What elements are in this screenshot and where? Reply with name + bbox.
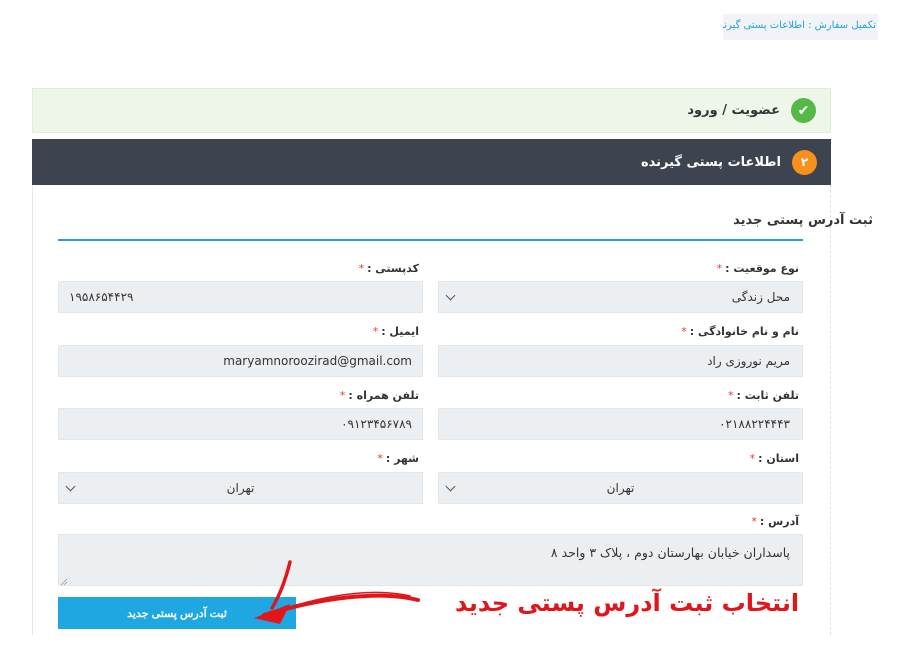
full-name-input[interactable]: مریم نوروزی راد: [438, 345, 803, 377]
chevron-down-icon: [445, 290, 456, 301]
step-shipping-info[interactable]: ۲ اطلاعات پستی گیرنده: [32, 139, 831, 185]
breadcrumb: تکمیل سفارش : اطلاعات پستی گیرنده: [723, 14, 878, 40]
step-shipping-label: اطلاعات پستی گیرنده: [640, 154, 781, 170]
red-arrow-icon: [254, 560, 420, 624]
full-name-label: نام و نام خانوادگی :*: [681, 325, 799, 338]
annotation-text: انتخاب ثبت آدرس پستی جدید: [455, 589, 800, 617]
email-input[interactable]: maryamnoroozirad@gmail.com: [58, 345, 423, 377]
province-label: استان :*: [749, 452, 799, 465]
landline-label: تلفن ثابت :*: [727, 389, 799, 402]
landline-input[interactable]: ۰۲۱۸۸۲۲۴۴۴۳: [438, 408, 803, 440]
chevron-down-icon: [445, 481, 456, 492]
email-label: ایمیل :*: [372, 325, 419, 338]
province-select[interactable]: تهران: [438, 472, 803, 504]
postal-code-input[interactable]: ۱۹۵۸۶۵۴۴۲۹: [58, 281, 423, 313]
mobile-input[interactable]: ۰۹۱۲۳۴۵۶۷۸۹: [58, 408, 423, 440]
location-type-label: نوع موقعیت :*: [716, 262, 799, 275]
breadcrumb-text: تکمیل سفارش : اطلاعات پستی گیرنده: [723, 20, 876, 31]
mobile-label: تلفن همراه :*: [339, 389, 419, 402]
location-type-select[interactable]: محل زندگی: [438, 281, 803, 313]
step-number-badge: ۲: [792, 149, 817, 175]
step-login-label: عضویت / ورود: [687, 103, 780, 118]
postal-code-label: کدپستی :*: [358, 262, 419, 275]
city-select[interactable]: تهران: [58, 472, 423, 504]
step-login[interactable]: ✔ عضویت / ورود: [32, 88, 831, 133]
city-label: شهر :*: [377, 452, 419, 465]
address-label: آدرس :*: [751, 515, 799, 528]
check-icon: ✔: [791, 98, 816, 123]
address-textarea[interactable]: پاسداران خیابان بهارستان دوم ، پلاک ۳ وا…: [58, 534, 803, 586]
form-title: ثبت آدرس پستی جدید: [733, 213, 873, 228]
resize-handle-icon[interactable]: [60, 578, 68, 586]
title-underline: [58, 239, 803, 241]
chevron-down-icon: [65, 481, 76, 492]
